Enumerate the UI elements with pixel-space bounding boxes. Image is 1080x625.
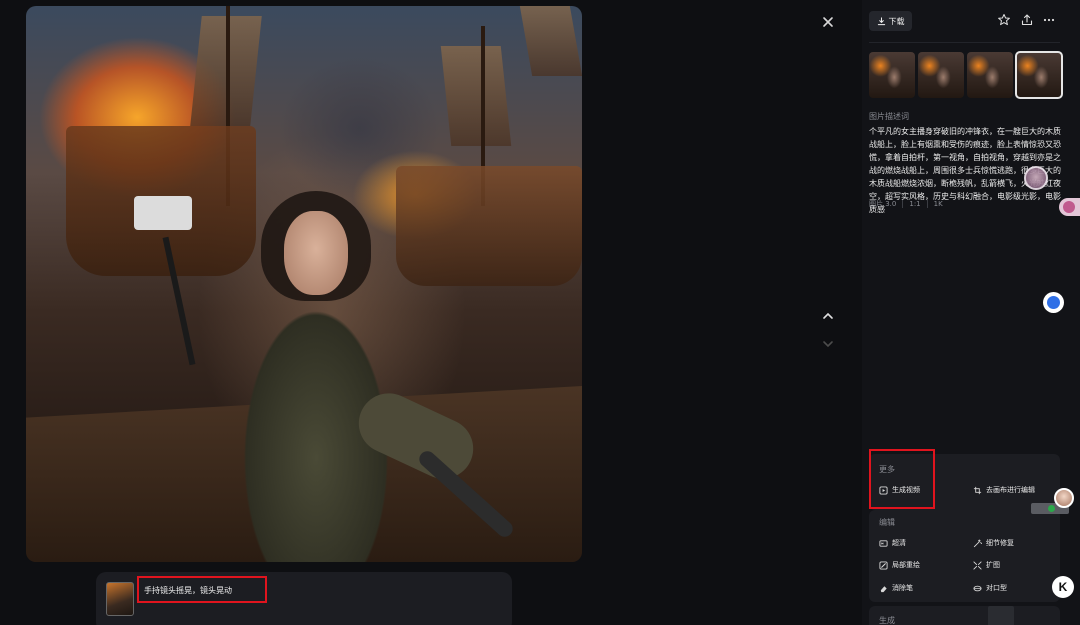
close-icon[interactable] [818, 12, 838, 32]
prompt-highlight [137, 576, 267, 603]
image-thumbnails [869, 51, 1063, 99]
divider [869, 42, 1060, 43]
generate-video-highlight [869, 449, 935, 509]
edit-card: 编辑 超清 细节修复 局部重绘 扩图 消除笔 对口型 [869, 510, 1060, 602]
edit-title: 编辑 [879, 518, 895, 527]
upscale-button[interactable]: 超清 [879, 538, 906, 548]
generate-thumbnail[interactable] [988, 606, 1014, 625]
share-icon[interactable] [1019, 12, 1035, 28]
lip-sync-label: 对口型 [986, 584, 1007, 592]
eraser-button[interactable]: 消除笔 [879, 583, 913, 593]
wand-icon [973, 538, 982, 548]
generate-title: 生成 [879, 616, 895, 625]
k-logo-button[interactable]: K [1052, 576, 1074, 598]
chevron-up-icon[interactable] [818, 306, 838, 326]
meta-model: 图片 3.0 [869, 200, 897, 208]
eraser-icon [879, 584, 888, 593]
online-status-dot [1048, 505, 1055, 512]
lip-sync-button[interactable]: 对口型 [973, 583, 1007, 593]
image-viewer: 手持镜头摇晃，镜头晃动 [0, 0, 862, 625]
helper-avatar[interactable] [1054, 488, 1074, 508]
hd-icon [879, 539, 888, 548]
thumbnail-2[interactable] [918, 52, 964, 98]
side-assistant-tab[interactable] [1059, 198, 1080, 216]
floating-avatar[interactable] [1024, 166, 1048, 190]
expand-button[interactable]: 扩图 [973, 560, 1000, 570]
expand-icon [973, 560, 982, 570]
expand-label: 扩图 [986, 561, 1000, 569]
canvas-edit-button[interactable]: 去画布进行编辑 [973, 485, 1035, 495]
assistant-icon[interactable] [1043, 292, 1064, 313]
eraser-label: 消除笔 [892, 584, 913, 592]
brush-icon [879, 560, 888, 570]
thumbnail-3[interactable] [967, 52, 1013, 98]
generate-card: 生成 [869, 606, 1060, 625]
download-label: 下载 [888, 16, 905, 26]
image-meta: 图片 3.0 1:1 1K [869, 199, 943, 209]
detail-fix-label: 细节修复 [986, 539, 1014, 547]
description-label: 图片描述词 [869, 112, 909, 121]
download-icon [877, 16, 885, 25]
canvas-edit-label: 去画布进行编辑 [986, 486, 1035, 494]
meta-ratio: 1:1 [909, 200, 921, 208]
meta-resolution: 1K [933, 200, 943, 208]
generated-image[interactable] [26, 6, 582, 562]
chevron-down-icon[interactable] [818, 334, 838, 354]
thumbnail-1[interactable] [869, 52, 915, 98]
download-button[interactable]: 下载 [869, 11, 912, 31]
inpaint-button[interactable]: 局部重绘 [879, 560, 920, 570]
thumbnail-4-selected[interactable] [1015, 51, 1063, 99]
inpaint-label: 局部重绘 [892, 561, 920, 569]
crop-icon [973, 486, 982, 495]
prompt-thumbnail[interactable] [106, 582, 134, 616]
detail-fix-button[interactable]: 细节修复 [973, 538, 1014, 548]
more-icon[interactable] [1041, 12, 1057, 28]
star-icon[interactable] [996, 12, 1012, 28]
lips-icon [973, 584, 982, 593]
upscale-label: 超清 [892, 539, 906, 547]
